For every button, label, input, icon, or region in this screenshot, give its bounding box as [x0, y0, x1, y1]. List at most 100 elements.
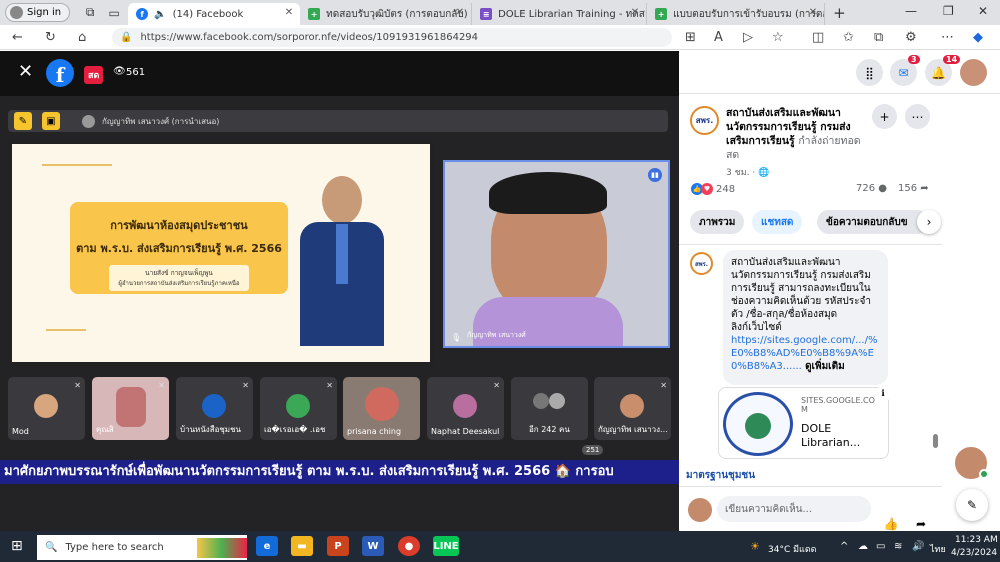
- next-commenter[interactable]: มาตรฐานชุมชน: [686, 468, 755, 483]
- participant-tile[interactable]: prisana ching: [343, 377, 420, 440]
- menu-grid-icon[interactable]: ⣿: [856, 59, 883, 86]
- tray-app-icon[interactable]: ☁: [858, 541, 868, 552]
- close-tab-icon[interactable]: ✕: [809, 7, 817, 18]
- edge-icon[interactable]: e: [256, 536, 278, 556]
- participant-name: กัญญาทิพ เสนาวง...: [598, 425, 668, 434]
- comments-number: 726: [856, 183, 876, 194]
- tab-replies[interactable]: ข้อความตอบกลับข: [817, 210, 929, 234]
- participant-avatar: [365, 387, 399, 421]
- add-friend-icon[interactable]: +: [872, 104, 897, 129]
- refresh-icon[interactable]: ↻: [45, 30, 56, 45]
- close-tab-icon[interactable]: ✕: [285, 7, 293, 18]
- link-intro: ลิงก์เว็บไซต์: [731, 322, 782, 333]
- link-preview-card[interactable]: SITES.GOOGLE.COM DOLE Librarian... ℹ: [718, 386, 891, 459]
- share-icon: ➦: [920, 183, 929, 194]
- slide-decoration: [46, 329, 86, 339]
- participant-tile[interactable]: อีก 242 คน: [511, 377, 588, 440]
- share-count[interactable]: 156 ➦: [898, 183, 929, 194]
- participant-name: เอ�เรอเอ� .เอช: [264, 425, 326, 434]
- clock-date[interactable]: 4/23/2024: [951, 548, 997, 558]
- chevron-right-icon[interactable]: ›: [917, 210, 941, 234]
- collections-icon[interactable]: ⧉: [874, 30, 883, 45]
- tab-actions-icon[interactable]: ▭: [106, 5, 122, 21]
- tab-overview[interactable]: ภาพรวม: [690, 210, 745, 234]
- windows-start-icon[interactable]: ⊞: [11, 538, 23, 554]
- reactions-summary[interactable]: 👍 ♥ 248: [691, 183, 735, 195]
- split-screen-icon[interactable]: ◫: [812, 30, 824, 45]
- taskbar-search[interactable]: 🔍 Type here to search: [37, 535, 247, 560]
- tab-facebook[interactable]: f 🔈 (14) Facebook ✕: [128, 3, 301, 25]
- new-message-icon[interactable]: ✎: [956, 489, 988, 521]
- apps-icon[interactable]: ⊞: [685, 30, 696, 45]
- file-explorer-icon[interactable]: ▬: [291, 536, 313, 556]
- close-icon[interactable]: ✕: [18, 61, 33, 82]
- commenter-logo[interactable]: สพร.: [690, 252, 713, 275]
- minimize-icon[interactable]: —: [905, 4, 917, 18]
- line-icon[interactable]: LINE: [433, 536, 459, 556]
- see-more-link[interactable]: ดูเพิ่มเติม: [805, 361, 845, 372]
- home-icon[interactable]: ⌂: [78, 30, 86, 45]
- weather-text[interactable]: 34°C มีแดด: [768, 542, 817, 556]
- maximize-icon[interactable]: ❐: [943, 4, 954, 18]
- word-icon[interactable]: W: [362, 536, 384, 556]
- tab-forms-2[interactable]: + แบบตอบรับการเข้ารับอบรม (การตอบ ✕: [647, 3, 826, 25]
- search-placeholder: Type here to search: [65, 542, 164, 553]
- profile-avatar[interactable]: [960, 59, 987, 86]
- divider: [679, 244, 942, 245]
- tab-live-chat[interactable]: แชทสด: [752, 210, 803, 234]
- collections-icon[interactable]: ⧉: [82, 5, 98, 21]
- read-aloud-icon[interactable]: A: [714, 30, 723, 45]
- facebook-logo-icon[interactable]: f: [46, 59, 74, 87]
- participant-name: Naphat Deesakul: [431, 427, 500, 436]
- sign-in-button[interactable]: Sign in: [5, 3, 71, 22]
- participant-tile[interactable]: ✕ กัญญาทิพ เสนาวง...: [594, 377, 671, 440]
- tab-forms-1[interactable]: + ทดสอบรับวุฒิบัตร (การตอบกลับ) - Goo ✕: [300, 3, 473, 25]
- page-logo[interactable]: สพร.: [690, 106, 719, 135]
- link-title: DOLE Librarian...: [801, 422, 861, 449]
- extensions-icon[interactable]: ⚙: [905, 30, 917, 45]
- globe-icon: 🌐: [758, 168, 770, 178]
- new-tab-button[interactable]: +: [833, 4, 846, 22]
- speaker-webcam[interactable]: ▮▮ 🎙 กัญญาทิพ เสนาวงศ์: [443, 160, 670, 348]
- powerpoint-icon[interactable]: P: [327, 536, 349, 556]
- url-field[interactable]: 🔒 https://www.facebook.com/sorporor.nfe/…: [112, 28, 672, 47]
- favorite-star-icon[interactable]: ☆: [772, 30, 784, 45]
- mic-muted-icon: ✕: [74, 381, 81, 390]
- participant-name: บ้านหนังสือชุมชน: [180, 425, 241, 434]
- close-window-icon[interactable]: ✕: [978, 4, 988, 18]
- favorites-icon[interactable]: ✩: [843, 30, 854, 45]
- chrome-icon[interactable]: ●: [398, 536, 420, 556]
- mic-muted-icon: ✕: [158, 381, 165, 390]
- comment-input[interactable]: เขียนความคิดเห็น...: [717, 496, 871, 522]
- participant-tile[interactable]: ✕ Mod: [8, 377, 85, 440]
- close-tab-icon[interactable]: ✕: [631, 7, 639, 18]
- participant-tile[interactable]: ✕ บ้านหนังสือชุมชน: [176, 377, 253, 440]
- participant-tile[interactable]: ✕ คุณสิ: [92, 377, 169, 440]
- copilot-icon[interactable]: ◆: [973, 30, 983, 45]
- participant-tile[interactable]: ✕ Naphat Deesakul: [427, 377, 504, 440]
- scrollbar[interactable]: [933, 434, 938, 448]
- info-icon[interactable]: ℹ: [875, 386, 891, 402]
- wifi-icon[interactable]: ≋: [894, 541, 902, 552]
- divider: [679, 486, 942, 487]
- presenter-label: กัญญาทิพ เสนาวงศ์ (การนำเสนอ): [102, 116, 220, 126]
- clock-time[interactable]: 11:23 AM: [955, 535, 998, 545]
- volume-icon[interactable]: 🔊: [912, 541, 924, 552]
- tab-dole-training[interactable]: ≡ DOLE Librarian Training - ทดสอบ ✕: [472, 3, 648, 25]
- tool-icon[interactable]: ✎: [14, 112, 32, 130]
- more-options-icon[interactable]: ⋯: [905, 104, 930, 129]
- immersive-reader-icon[interactable]: ▷: [743, 30, 753, 45]
- more-menu-icon[interactable]: ⋯: [941, 30, 954, 45]
- close-tab-icon[interactable]: ✕: [456, 7, 464, 18]
- tray-app-icon[interactable]: ▭: [876, 541, 885, 552]
- participant-tile[interactable]: ✕ เอ�เรอเอ� .เอช: [260, 377, 337, 440]
- tab-title: DOLE Librarian Training - ทดสอบ: [498, 8, 648, 20]
- language-indicator[interactable]: ไทย: [930, 542, 946, 556]
- back-icon[interactable]: ←: [12, 30, 23, 45]
- sign-in-label: Sign in: [27, 7, 62, 18]
- comment-count[interactable]: 726 ●: [856, 183, 887, 194]
- tool-icon[interactable]: ▣: [42, 112, 60, 130]
- tray-chevron-icon[interactable]: ^: [840, 541, 848, 552]
- page-name[interactable]: สถาบันส่งเสริมและพัฒนานวัตกรรมการเรียนรู…: [726, 106, 871, 162]
- presentation-slide: การพัฒนาห้องสมุดประชาชน ตาม พ.ร.บ. ส่งเส…: [8, 140, 434, 366]
